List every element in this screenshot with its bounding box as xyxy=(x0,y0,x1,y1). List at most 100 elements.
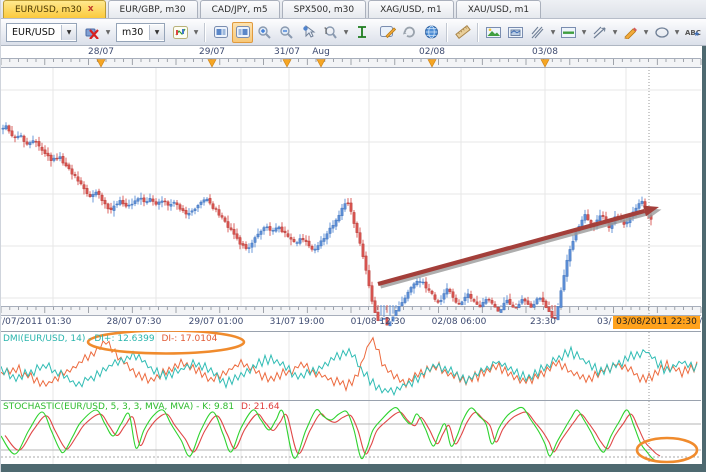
vertical-cursor-button[interactable] xyxy=(351,22,372,43)
ellipse-tool-icon xyxy=(654,26,670,39)
zoom-in-icon xyxy=(257,25,272,39)
ellipse-tool-button[interactable] xyxy=(651,22,672,43)
stochastic-legend: STOCHASTIC(EUR/USD, 5, 3, 3, MVA, MVA) -… xyxy=(3,402,280,412)
tab-xag-usd-m1[interactable]: XAG/USD, m1 xyxy=(368,0,454,18)
tab-label: CAD/JPY, m5 xyxy=(212,5,268,15)
time-ruler xyxy=(1,58,701,68)
chevron-down-icon[interactable]: ▼ xyxy=(149,25,164,40)
pencil-tool-dropdown[interactable]: ▼ xyxy=(642,22,650,43)
ruler-icon xyxy=(455,25,471,39)
save-image-icon xyxy=(486,26,502,39)
time-axis-label: 23:30 xyxy=(530,317,556,327)
main-price-chart[interactable] xyxy=(1,46,702,331)
toolbar: EUR/USD ▼ ▼ m30 ▼ ▼ xyxy=(1,19,706,46)
chart-type-button[interactable] xyxy=(170,22,191,43)
pencil-tool-icon xyxy=(623,26,638,39)
tab-bar: EUR/USD, m30 x EUR/GBP, m30 CAD/JPY, m5 SPX5… xyxy=(1,0,706,19)
time-ruler xyxy=(1,306,701,316)
pointer-select-icon xyxy=(302,25,316,39)
time-axis-label: 29/07 01:00 xyxy=(189,317,244,327)
tab-close-icon[interactable]: x xyxy=(88,5,94,14)
chart-type-dropdown[interactable]: ▼ xyxy=(192,22,200,43)
trend-line-tool-dropdown[interactable]: ▼ xyxy=(611,22,619,43)
date-label: Aug xyxy=(312,47,330,57)
snapshot-icon xyxy=(508,26,524,39)
chevron-down-icon[interactable]: ▼ xyxy=(61,25,76,40)
window-right-frame xyxy=(702,46,706,472)
chart-panel-toggle-icon xyxy=(236,26,250,38)
pointer-select-button[interactable] xyxy=(298,22,319,43)
candlestick-series xyxy=(2,122,652,326)
zoom-out-button[interactable] xyxy=(276,22,297,43)
data-window-toggle-icon xyxy=(214,26,228,38)
tab-label: SPX500, m30 xyxy=(294,5,354,15)
date-label: 31/07 xyxy=(274,47,300,57)
globe-icon xyxy=(424,25,439,39)
magnifier-dropdown[interactable]: ▼ xyxy=(342,22,350,43)
tab-label: EUR/GBP, m30 xyxy=(120,5,186,15)
zoom-in-button[interactable] xyxy=(254,22,275,43)
time-axis-label: 27/07/2011 01:30 xyxy=(0,317,71,327)
timeframe-combobox[interactable]: m30 ▼ xyxy=(116,23,165,42)
trading-app-window: EUR/USD, m30 x EUR/GBP, m30 CAD/JPY, m5 SPX5… xyxy=(0,0,706,472)
snapshot-button[interactable] xyxy=(505,22,526,43)
stochastic-d-value-label: D: 21.64 xyxy=(241,402,280,412)
time-axis-label: 28/07 07:30 xyxy=(107,317,162,327)
remove-symbol-dropdown[interactable]: ▼ xyxy=(104,22,112,43)
remove-symbol-button[interactable] xyxy=(82,22,103,43)
time-axis-label: 31/07 19:00 xyxy=(270,317,325,327)
ellipse-tool-dropdown[interactable]: ▼ xyxy=(673,22,681,43)
time-axis-label: 01/08 12:30 xyxy=(351,317,406,327)
horizontal-line-tool-button[interactable] xyxy=(558,22,579,43)
window-bottom-frame xyxy=(1,464,706,472)
toolbar-separator xyxy=(204,23,206,42)
symbol-combobox[interactable]: EUR/USD ▼ xyxy=(6,23,77,42)
time-axis-label: 02/08 06:00 xyxy=(432,317,487,327)
text-tool-icon: ABC xyxy=(684,26,701,39)
dmi-name-label: DMI(EUR/USD, 14) xyxy=(3,334,85,344)
symbol-value: EUR/USD xyxy=(12,27,58,38)
time-axis-label: 03/ xyxy=(597,317,611,327)
horizontal-line-tool-dropdown[interactable]: ▼ xyxy=(580,22,588,43)
zoom-out-icon xyxy=(279,25,294,39)
tab-spx500-m30[interactable]: SPX500, m30 xyxy=(282,0,366,18)
timeframe-value: m30 xyxy=(122,27,146,38)
dmi-legend: DMI(EUR/USD, 14) - DI+: 12.6399 DI-: 17.… xyxy=(3,334,217,344)
vertical-cursor-icon xyxy=(356,25,368,39)
fibonacci-tool-icon xyxy=(530,26,545,39)
ruler-button[interactable] xyxy=(452,22,473,43)
toolbar-separator xyxy=(446,23,448,42)
main-grid xyxy=(1,67,701,306)
tab-cad-jpy-m5[interactable]: CAD/JPY, m5 xyxy=(200,0,280,18)
refresh-icon xyxy=(402,25,417,39)
globe-button[interactable] xyxy=(421,22,442,43)
magnifier-button[interactable] xyxy=(320,22,341,43)
dmi-minus-value-label: DI-: 17.0104 xyxy=(161,334,217,344)
pencil-tool-button[interactable] xyxy=(620,22,641,43)
data-window-toggle[interactable] xyxy=(210,22,231,43)
trend-line-tool-icon xyxy=(592,26,607,39)
tab-label: EUR/USD, m30 xyxy=(15,5,82,15)
trend-line-tool-button[interactable] xyxy=(589,22,610,43)
trend-arrow-annotation[interactable] xyxy=(378,206,659,284)
fibonacci-tool-button[interactable] xyxy=(527,22,548,43)
tab-xau-usd-m1[interactable]: XAU/USD, m1 xyxy=(456,0,541,18)
dmi-plus-line xyxy=(1,347,697,395)
tab-eur-gbp-m30[interactable]: EUR/GBP, m30 xyxy=(108,0,198,18)
dmi-plus-value-label: DI+: 12.6399 xyxy=(94,334,154,344)
refresh-button[interactable] xyxy=(399,22,420,43)
fibonacci-tool-dropdown[interactable]: ▼ xyxy=(549,22,557,43)
stochastic-name-label: STOCHASTIC(EUR/USD, 5, 3, 3, MVA, MVA) xyxy=(3,402,193,412)
text-tool-button[interactable]: ABC xyxy=(682,22,703,43)
dmi-minus-line xyxy=(1,338,697,391)
stochastic-k-value-label: K: 9.81 xyxy=(202,402,234,412)
edit-chart-icon xyxy=(380,25,396,39)
save-image-button[interactable] xyxy=(483,22,504,43)
chart-type-icon xyxy=(173,26,188,39)
edit-chart-button[interactable] xyxy=(377,22,398,43)
tab-eur-usd-m30[interactable]: EUR/USD, m30 x xyxy=(3,0,106,18)
chart-panel-toggle[interactable] xyxy=(232,22,253,43)
stoch-k-line xyxy=(1,407,656,461)
tab-label: XAU/USD, m1 xyxy=(468,5,529,15)
date-label: 29/07 xyxy=(199,47,225,57)
